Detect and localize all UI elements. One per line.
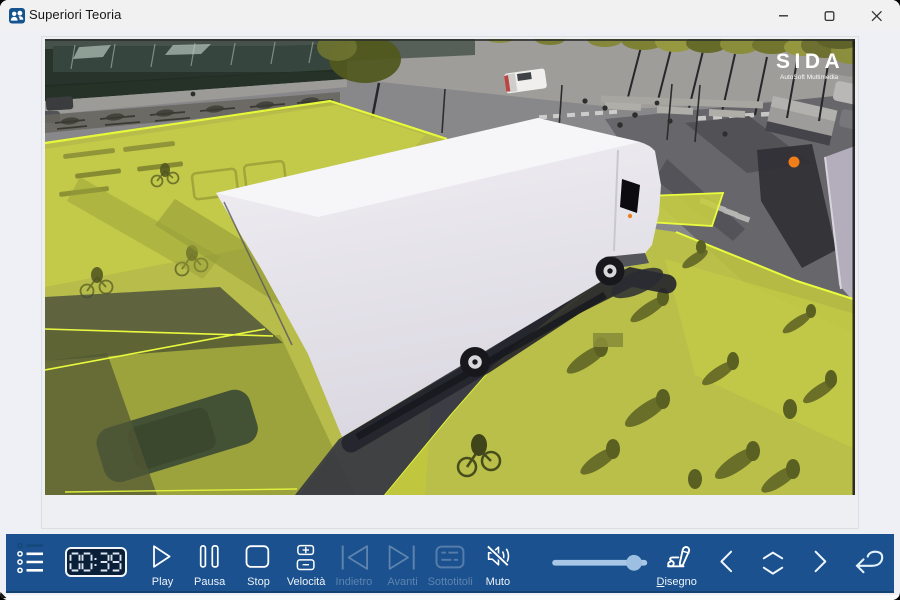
svg-text:SIDA: SIDA	[776, 50, 844, 73]
svg-text:AutoSoft Multimedia: AutoSoft Multimedia	[780, 74, 839, 81]
